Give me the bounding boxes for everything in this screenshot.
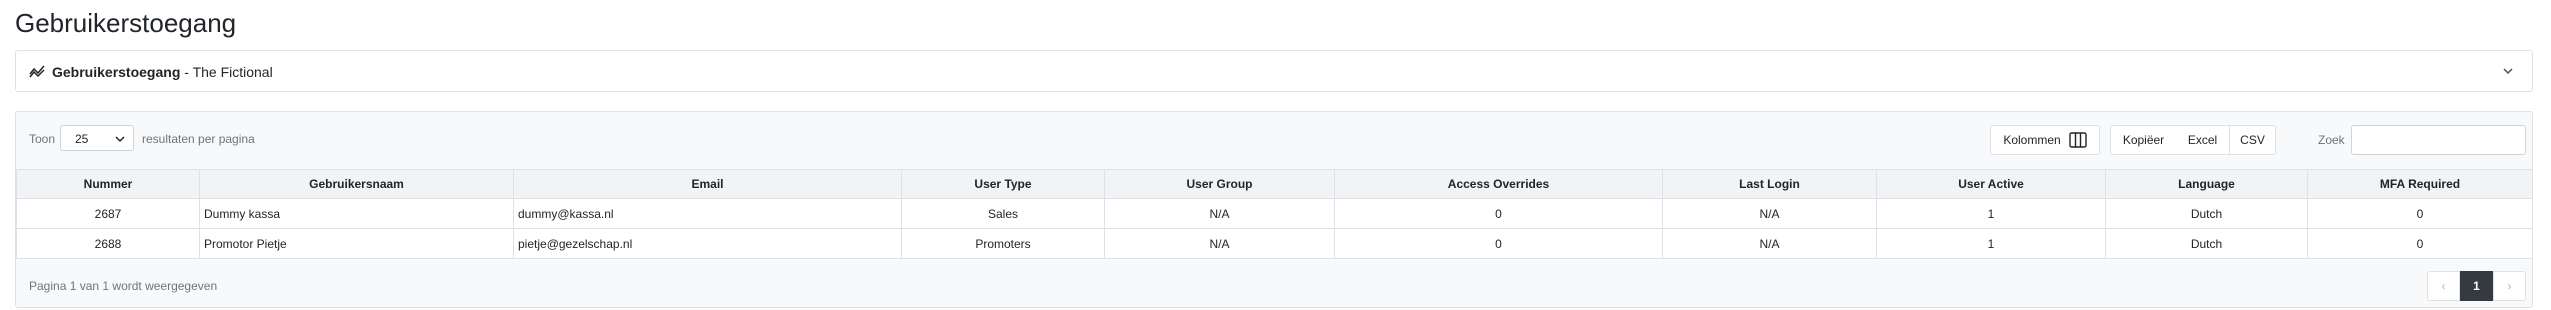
- pagination: ‹ 1 ›: [2427, 271, 2526, 301]
- chevron-down-icon[interactable]: [2502, 63, 2514, 79]
- header-gebruikersnaam[interactable]: Gebruikersnaam: [199, 169, 514, 199]
- filter-card-title-rest: - The Fictional: [180, 64, 273, 80]
- users-table: Nummer Gebruikersnaam Email User Type Us…: [16, 169, 2533, 259]
- page-length-value: 25: [75, 132, 89, 146]
- filter-card-title-bold: Gebruikerstoegang: [52, 64, 181, 80]
- filter-card[interactable]: Gebruikerstoegang - The Fictional: [15, 50, 2533, 92]
- csv-button[interactable]: CSV: [2229, 125, 2276, 155]
- excel-button[interactable]: Excel: [2176, 125, 2230, 155]
- table-row[interactable]: 2687 Dummy kassa dummy@kassa.nl Sales N/…: [16, 198, 2533, 229]
- cell-email: pietje@gezelschap.nl: [513, 228, 902, 259]
- show-label: Toon: [29, 132, 56, 146]
- header-mfa-required[interactable]: MFA Required: [2307, 169, 2533, 199]
- cell-mfa-required: 0: [2307, 228, 2533, 259]
- cell-user-group: N/A: [1104, 198, 1335, 229]
- header-language[interactable]: Language: [2105, 169, 2308, 199]
- cell-user-type: Sales: [901, 198, 1105, 229]
- header-email[interactable]: Email: [513, 169, 902, 199]
- cell-nummer: 2688: [16, 228, 200, 259]
- cell-last-login: N/A: [1662, 198, 1877, 229]
- pagination-next-button[interactable]: ›: [2493, 271, 2526, 301]
- columns-button[interactable]: Kolommen: [1990, 125, 2100, 155]
- table-info: Pagina 1 van 1 wordt weergegeven: [29, 279, 218, 293]
- table-row[interactable]: 2688 Promotor Pietje pietje@gezelschap.n…: [16, 228, 2533, 259]
- cell-user-active: 1: [1876, 198, 2106, 229]
- cell-access-overrides: 0: [1334, 228, 1663, 259]
- cell-user-active: 1: [1876, 228, 2106, 259]
- columns-icon: [2068, 132, 2087, 148]
- table-header-row: Nummer Gebruikersnaam Email User Type Us…: [16, 169, 2533, 199]
- header-access-overrides[interactable]: Access Overrides: [1334, 169, 1663, 199]
- search-label: Zoek: [2318, 133, 2345, 147]
- page-length-select[interactable]: 25: [60, 125, 134, 151]
- table-card: Toon 25 resultaten per pagina Kolommen K…: [15, 111, 2533, 308]
- cell-email: dummy@kassa.nl: [513, 198, 902, 229]
- cell-user-type: Promoters: [901, 228, 1105, 259]
- per-page-label: resultaten per pagina: [142, 132, 255, 146]
- page-title: Gebruikerstoegang: [15, 8, 237, 38]
- cell-user-group: N/A: [1104, 228, 1335, 259]
- cell-nummer: 2687: [16, 198, 200, 229]
- copy-button[interactable]: Kopiëer: [2110, 125, 2177, 155]
- header-nummer[interactable]: Nummer: [16, 169, 200, 199]
- search-input[interactable]: [2351, 125, 2526, 155]
- cell-gebruikersnaam: Dummy kassa: [199, 198, 514, 229]
- header-last-login[interactable]: Last Login: [1662, 169, 1877, 199]
- chart-line-icon: [29, 65, 45, 78]
- filter-card-title: Gebruikerstoegang - The Fictional: [52, 64, 273, 80]
- cell-last-login: N/A: [1662, 228, 1877, 259]
- cell-mfa-required: 0: [2307, 198, 2533, 229]
- header-user-type[interactable]: User Type: [901, 169, 1105, 199]
- header-user-group[interactable]: User Group: [1104, 169, 1335, 199]
- pagination-previous-button[interactable]: ‹: [2427, 271, 2460, 301]
- header-user-active[interactable]: User Active: [1876, 169, 2106, 199]
- chevron-down-icon: [115, 136, 125, 143]
- cell-access-overrides: 0: [1334, 198, 1663, 229]
- cell-gebruikersnaam: Promotor Pietje: [199, 228, 514, 259]
- cell-language: Dutch: [2105, 228, 2308, 259]
- pagination-page-1[interactable]: 1: [2460, 271, 2493, 301]
- cell-language: Dutch: [2105, 198, 2308, 229]
- columns-button-label: Kolommen: [2003, 133, 2061, 147]
